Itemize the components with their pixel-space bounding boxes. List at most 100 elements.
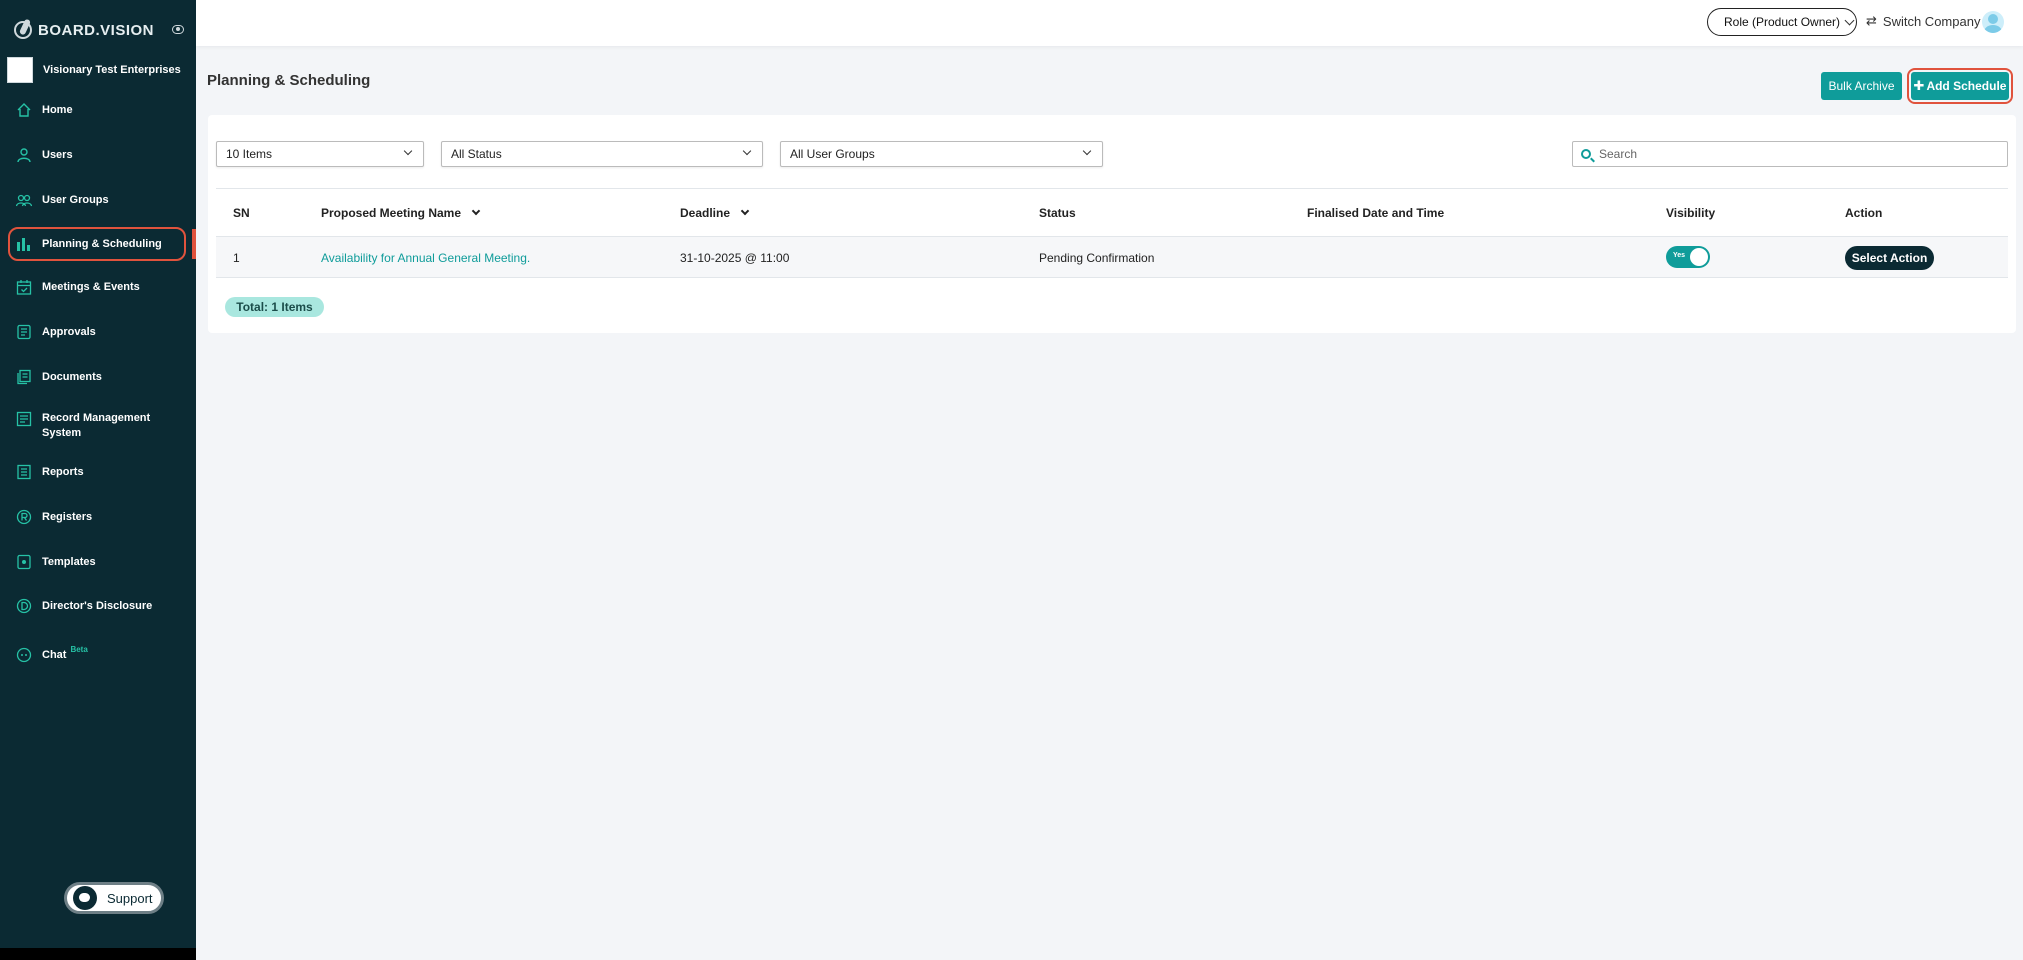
search-icon [1581,149,1591,159]
bulk-archive-button[interactable]: Bulk Archive [1821,72,1902,100]
disclosure-icon [16,598,32,614]
sidebar-bottom-strip [0,948,196,960]
chevron-down-icon [742,146,752,156]
column-header-label: Deadline [680,206,731,220]
documents-icon [16,369,32,385]
add-schedule-label: Add Schedule [1926,79,2007,93]
switch-icon: ⇄ [1866,13,1877,28]
role-label: Role (Product Owner) [1724,15,1841,29]
chevron-down-icon [403,146,413,156]
plus-icon: ✚ [1913,78,1925,93]
sidebar-item-label: Record Management System [42,411,150,441]
support-chat-icon [73,886,97,910]
company-name: Visionary Test Enterprises [43,64,181,76]
sidebar-item-label: Reports [42,466,84,478]
chat-label: Chat [42,649,67,661]
sidebar-item-label: User Groups [42,194,109,206]
add-schedule-button[interactable]: ✚ Add Schedule [1911,72,2009,100]
sidebar-item-meetings-events[interactable]: Meetings & Events [8,278,186,296]
table-divider [216,188,2008,189]
sort-chevron-icon[interactable] [471,206,481,216]
meeting-name-link[interactable]: Availability for Annual General Meeting. [321,251,530,265]
column-header-finalised: Finalised Date and Time [1307,206,1445,220]
sidebar-item-label: Meetings & Events [42,281,140,293]
support-label: Support [107,890,153,906]
column-header-meeting-name[interactable]: Proposed Meeting Name [321,206,481,220]
sidebar-item-reports[interactable]: Reports [8,463,186,481]
eye-icon[interactable] [172,25,184,34]
items-per-page-select[interactable]: 10 Items [216,141,424,167]
user-groups-value: All User Groups [790,147,875,161]
sidebar-item-label: Users [42,149,73,161]
template-icon [16,554,32,570]
sidebar-item-users[interactable]: Users [8,146,186,164]
sidebar-item-home[interactable]: Home [8,101,186,119]
chart-icon [16,236,32,252]
column-header-status: Status [1039,206,1076,220]
sidebar-item-registers[interactable]: Registers [8,508,186,526]
sidebar-item-label: Approvals [42,326,96,338]
column-header-visibility: Visibility [1666,206,1716,220]
sidebar-item-label-line1: Record Management [42,412,151,424]
registered-icon [16,509,32,525]
chevron-down-icon [1844,15,1855,25]
select-action-button[interactable]: Select Action [1845,246,1934,270]
chevron-down-icon [1082,146,1092,156]
user-groups-select[interactable]: All User Groups [780,141,1103,167]
cell-status: Pending Confirmation [1039,251,1155,265]
sidebar-item-label: Director's Disclosure [42,600,153,612]
switch-company-button[interactable]: ⇄ Switch Company [1866,13,1980,29]
switch-company-label: Switch Company [1882,13,1981,29]
visibility-toggle[interactable]: Yes [1666,246,1710,268]
sidebar-item-label-line2: System [42,427,82,439]
sidebar-item-planning-scheduling[interactable]: Planning & Scheduling [8,227,186,261]
avatar[interactable] [1982,11,2004,33]
company-logo [7,57,33,83]
sidebar-item-chat[interactable]: Chat Beta [8,645,186,664]
approval-icon [16,324,32,340]
sidebar-item-label: Chat Beta [42,645,88,661]
search-input[interactable]: Search [1572,141,2008,167]
sidebar-item-approvals[interactable]: Approvals [8,323,186,341]
record-icon [16,411,32,427]
sort-chevron-icon[interactable] [740,206,750,216]
active-nav-marker [192,229,196,259]
chat-icon [16,647,32,663]
app-logo[interactable]: BOARD.VISION [14,20,154,40]
sidebar-item-label: Planning & Scheduling [42,238,162,250]
toggle-label: Yes [1673,252,1686,259]
toggle-knob [1690,248,1708,266]
status-select[interactable]: All Status [441,141,763,167]
sidebar-item-record-management[interactable]: Record Management System [8,411,186,441]
search-placeholder: Search [1599,147,1638,161]
sidebar-item-label: Registers [42,511,93,523]
column-header-action: Action [1845,206,1883,220]
beta-badge: Beta [70,645,88,654]
total-items-badge: Total: 1 Items [225,297,324,317]
support-button[interactable]: Support [64,882,164,914]
sidebar-item-label: Documents [42,371,102,383]
column-header-sn: SN [233,206,250,220]
logo-text: BOARD.VISION [38,21,155,39]
role-select[interactable]: Role (Product Owner) [1707,8,1857,36]
calendar-icon [16,279,32,295]
cell-deadline: 31-10-2025 @ 11:00 [680,251,790,265]
sidebar: BOARD.VISION Visionary Test Enterprises … [0,0,196,960]
user-icon [16,147,32,163]
sidebar-item-label: Home [42,104,73,116]
column-header-deadline[interactable]: Deadline [680,206,750,220]
home-icon [16,102,32,118]
cell-sn: 1 [233,251,240,265]
sidebar-item-templates[interactable]: Templates [8,553,186,571]
sidebar-item-documents[interactable]: Documents [8,368,186,386]
company-switcher[interactable]: Visionary Test Enterprises [7,56,181,84]
report-icon [16,464,32,480]
logo-icon [14,21,32,39]
page-title: Planning & Scheduling [207,72,371,89]
sidebar-item-user-groups[interactable]: User Groups [8,191,186,209]
items-per-page-value: 10 Items [226,147,273,161]
users-icon [16,192,32,208]
column-header-label: Proposed Meeting Name [321,206,462,220]
sidebar-item-directors-disclosure[interactable]: Director's Disclosure [8,597,186,615]
sidebar-item-label: Templates [42,556,96,568]
